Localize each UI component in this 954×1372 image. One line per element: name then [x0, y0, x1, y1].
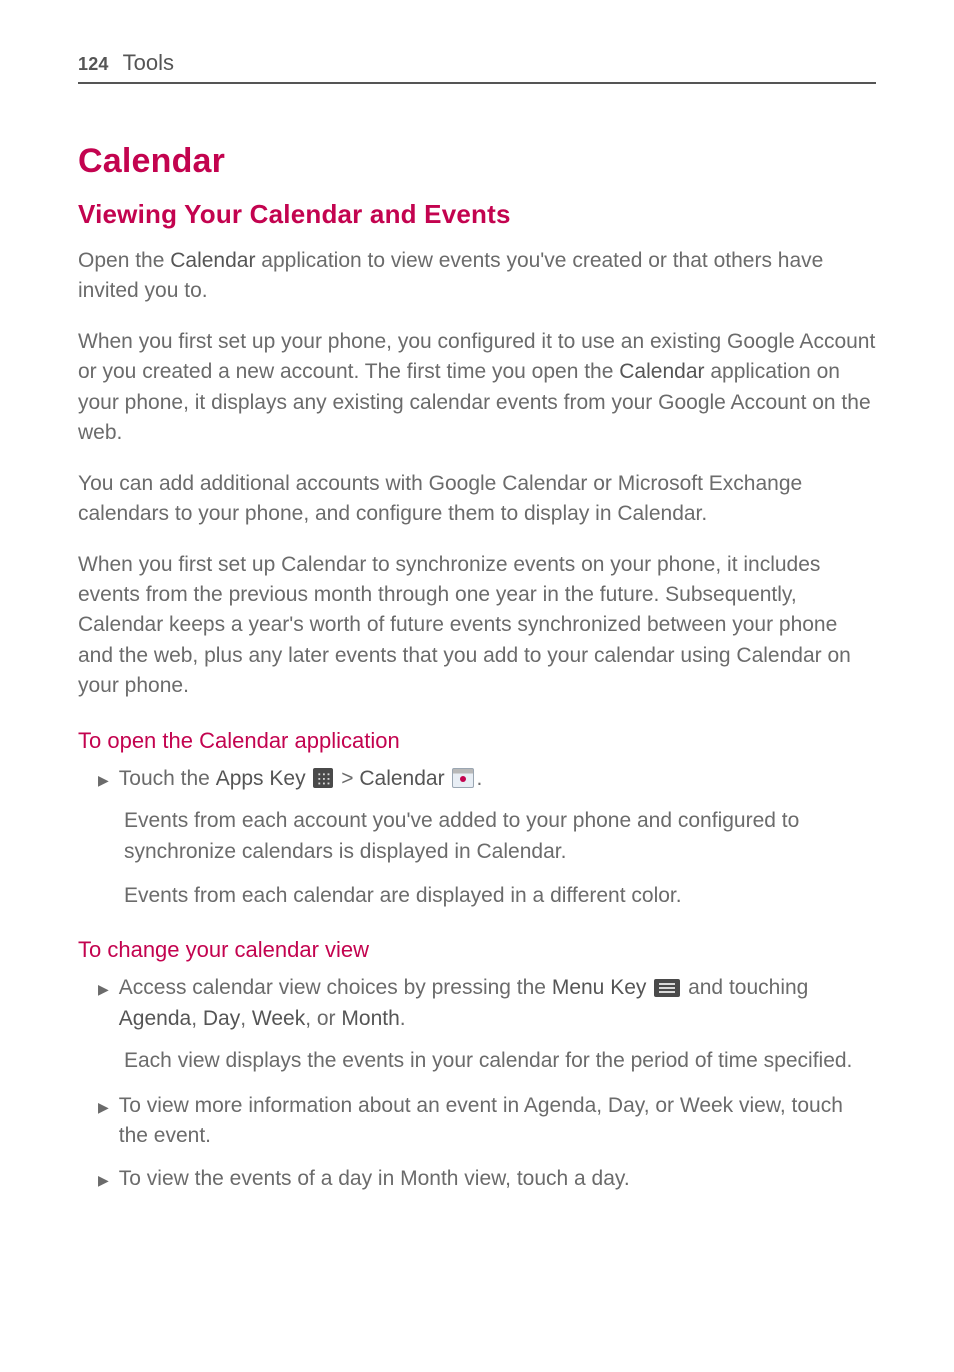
- step-text: To view more information about an event …: [119, 1091, 876, 1152]
- bullet-icon: ▶: [98, 764, 109, 794]
- paragraph-sync: When you first set up Calendar to synchr…: [78, 550, 876, 702]
- text-fragment: Touch the: [119, 767, 216, 790]
- header-rule: [78, 82, 876, 84]
- text-apps-key: Apps Key: [216, 767, 306, 790]
- text-day: Day: [203, 1007, 240, 1030]
- step-view-more-info: ▶ To view more information about an even…: [98, 1091, 876, 1152]
- change-view-note: Each view displays the events in your ca…: [124, 1046, 876, 1076]
- heading-calendar: Calendar: [78, 142, 876, 181]
- text-fragment: .: [476, 767, 482, 790]
- menu-key-icon: [654, 979, 680, 997]
- text-week: Week: [252, 1007, 305, 1030]
- text-agenda: Agenda: [119, 1007, 191, 1030]
- heading-viewing: Viewing Your Calendar and Events: [78, 199, 876, 230]
- text-menu-key: Menu Key: [552, 976, 647, 999]
- paragraph-setup: When you first set up your phone, you co…: [78, 327, 876, 449]
- text-month: Month: [341, 1007, 399, 1030]
- heading-open-app: To open the Calendar application: [78, 728, 876, 754]
- step-text: Touch the Apps Key > Calendar .: [119, 764, 876, 794]
- text-fragment: ,: [191, 1007, 203, 1030]
- bullet-icon: ▶: [98, 973, 109, 1034]
- text-fragment: >: [335, 767, 359, 790]
- text-fragment: ,: [240, 1007, 252, 1030]
- paragraph-intro: Open the Calendar application to view ev…: [78, 246, 876, 307]
- step-text: To view the events of a day in Month vie…: [119, 1164, 876, 1194]
- text-fragment: Access calendar view choices by pressing…: [119, 976, 552, 999]
- step-touch-apps: ▶ Touch the Apps Key > Calendar .: [98, 764, 876, 794]
- paragraph-accounts: You can add additional accounts with Goo…: [78, 469, 876, 530]
- text-calendar-bold: Calendar: [619, 360, 704, 383]
- page-header: 124 Tools: [78, 50, 876, 76]
- text-fragment: Open the: [78, 249, 170, 272]
- text-calendar-bold: Calendar: [170, 249, 255, 272]
- step-note-1: Events from each account you've added to…: [124, 806, 876, 867]
- text-calendar-bold: Calendar: [359, 767, 444, 790]
- bullet-icon: ▶: [98, 1164, 109, 1194]
- heading-change-view: To change your calendar view: [78, 937, 876, 963]
- step-view-day: ▶ To view the events of a day in Month v…: [98, 1164, 876, 1194]
- step-change-view: ▶ Access calendar view choices by pressi…: [98, 973, 876, 1034]
- page-number: 124: [78, 54, 109, 75]
- text-fragment: .: [400, 1007, 406, 1030]
- section-title: Tools: [123, 50, 174, 76]
- calendar-icon: [452, 768, 474, 788]
- page: 124 Tools Calendar Viewing Your Calendar…: [0, 0, 954, 1372]
- step-note-2: Events from each calendar are displayed …: [124, 881, 876, 911]
- step-text: Access calendar view choices by pressing…: [119, 973, 876, 1034]
- bullet-icon: ▶: [98, 1091, 109, 1152]
- text-fragment: and touching: [682, 976, 808, 999]
- text-fragment: , or: [305, 1007, 341, 1030]
- apps-key-icon: [313, 768, 333, 788]
